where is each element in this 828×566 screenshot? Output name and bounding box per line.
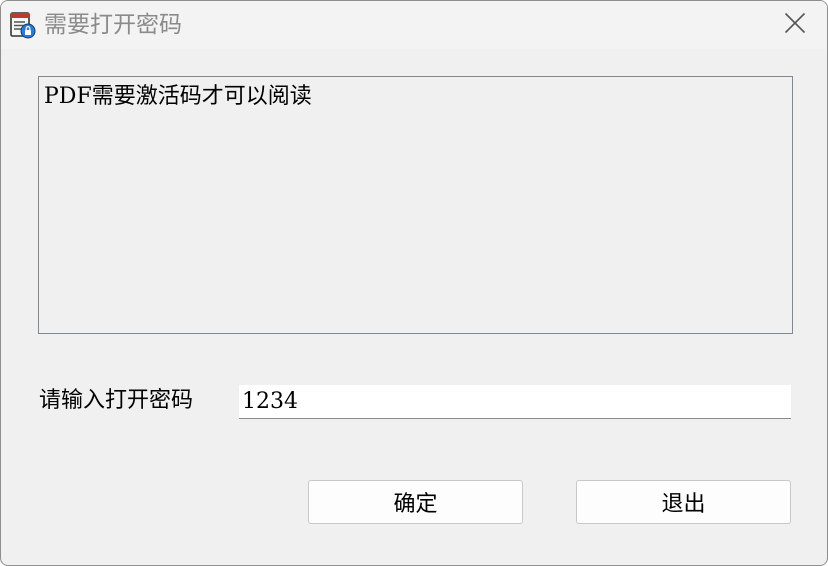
- pdf-lock-icon: [10, 12, 36, 40]
- exit-button[interactable]: 退出: [576, 480, 791, 524]
- message-area[interactable]: PDF需要激活码才可以阅读: [38, 76, 793, 334]
- password-input[interactable]: [239, 385, 791, 419]
- message-text: PDF需要激活码才可以阅读: [44, 84, 312, 109]
- title-bar[interactable]: 需要打开密码: [1, 1, 827, 49]
- dialog-window: 需要打开密码 PDF需要激活码才可以阅读 请输入打开密码 确定 退出: [0, 0, 828, 566]
- password-label: 请输入打开密码: [39, 388, 194, 413]
- window-title: 需要打开密码: [44, 12, 182, 38]
- close-button[interactable]: [763, 1, 827, 49]
- ok-button[interactable]: 确定: [308, 480, 523, 524]
- close-icon[interactable]: [784, 12, 806, 38]
